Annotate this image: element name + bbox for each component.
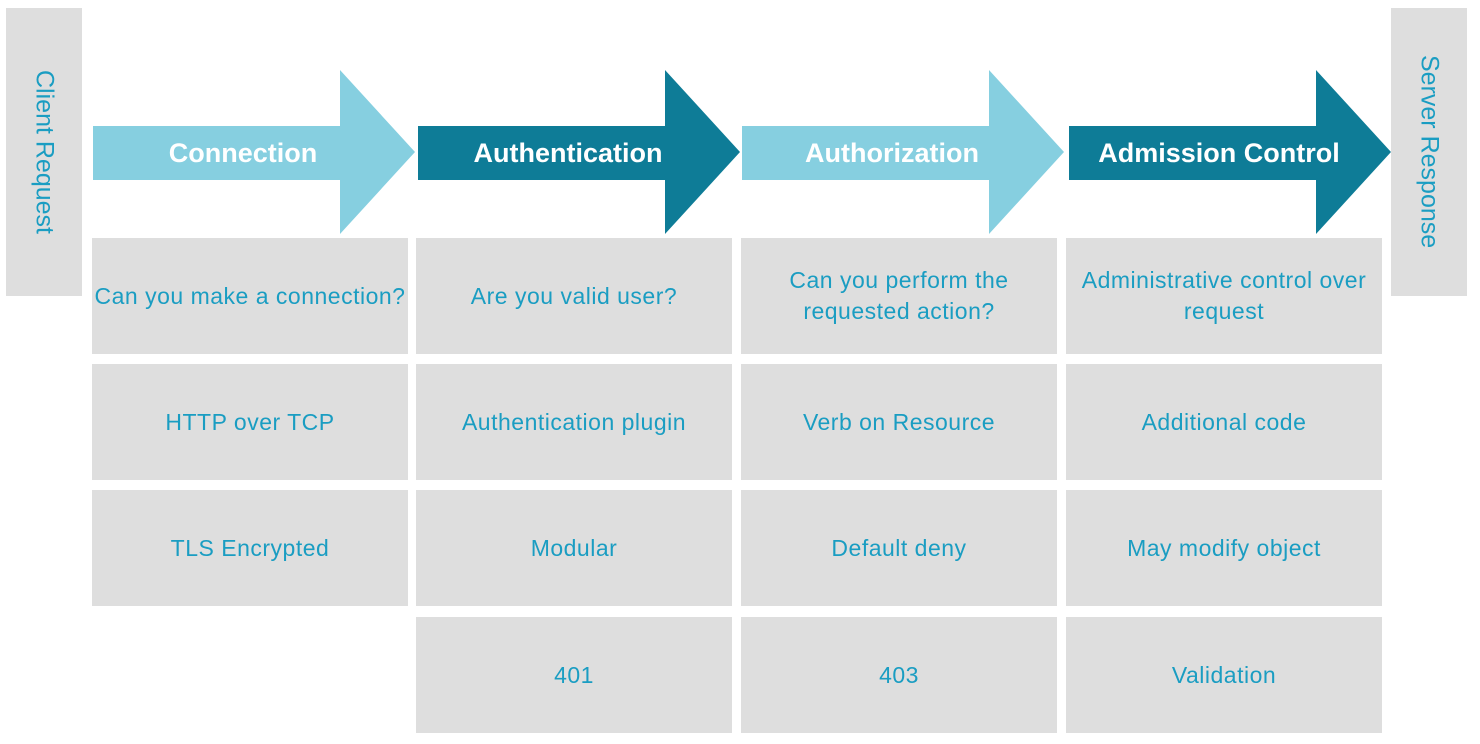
- authentication-question-cell: Are you valid user?: [416, 238, 732, 354]
- authorization-question-cell: Can you perform the requested action?: [741, 238, 1057, 354]
- stage-arrow-admission-control: Admission Control: [1069, 70, 1393, 234]
- connection-protocol-cell: HTTP over TCP: [92, 364, 408, 480]
- admission-property-cell: May modify object: [1066, 490, 1382, 606]
- authorization-error-code-cell: 403: [741, 617, 1057, 733]
- connection-security-cell: TLS Encrypted: [92, 490, 408, 606]
- stage-label-authorization: Authorization: [805, 137, 979, 168]
- stage-label-admission-control: Admission Control: [1098, 137, 1340, 168]
- admission-mechanism-cell: Additional code: [1066, 364, 1382, 480]
- stage-label-connection: Connection: [168, 137, 318, 168]
- stage-arrow-connection: Connection: [93, 70, 417, 234]
- stage-label-authentication: Authentication: [473, 137, 663, 168]
- authentication-error-code-cell: 401: [416, 617, 732, 733]
- stage-arrow-authentication: Authentication: [418, 70, 742, 234]
- admission-validation-cell: Validation: [1066, 617, 1382, 733]
- client-request-label: Client Request: [30, 70, 59, 234]
- authentication-mechanism-cell: Authentication plugin: [416, 364, 732, 480]
- stage-arrow-authorization: Authorization: [742, 70, 1066, 234]
- admission-question-cell: Administrative control over request: [1066, 238, 1382, 354]
- authorization-mechanism-cell: Verb on Resource: [741, 364, 1057, 480]
- client-request-box: Client Request: [6, 8, 82, 296]
- server-response-box: Server Response: [1391, 8, 1467, 296]
- connection-question-cell: Can you make a connection?: [92, 238, 408, 354]
- authentication-property-cell: Modular: [416, 490, 732, 606]
- authorization-property-cell: Default deny: [741, 490, 1057, 606]
- server-response-label: Server Response: [1415, 55, 1444, 249]
